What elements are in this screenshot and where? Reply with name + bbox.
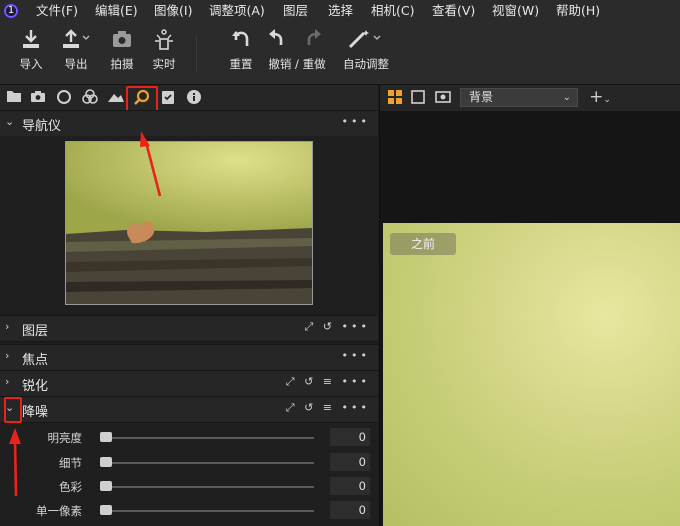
arrow-head: [9, 428, 21, 444]
arrow-line: [144, 141, 162, 197]
annotation-arrows: [9, 131, 162, 497]
arrow-line: [13, 439, 18, 497]
arrow-head: [140, 131, 150, 147]
